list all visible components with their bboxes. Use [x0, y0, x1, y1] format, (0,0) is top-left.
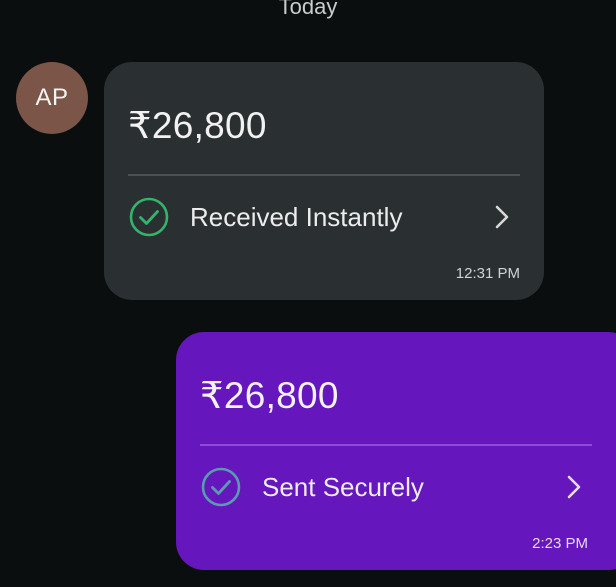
avatar-initials: AP	[35, 84, 69, 111]
chevron-right-icon	[492, 204, 512, 230]
received-status-row[interactable]: Received Instantly	[128, 196, 512, 238]
chat-screen: Today AP ₹26,800 Received Instantly 12:3…	[0, 0, 616, 587]
avatar[interactable]: AP	[16, 62, 88, 134]
bubble-divider	[128, 174, 520, 176]
sent-timestamp: 2:23 PM	[532, 535, 588, 552]
check-circle-icon	[200, 466, 242, 508]
chevron-right-icon	[564, 474, 584, 500]
received-payment-bubble[interactable]: ₹26,800 Received Instantly 12:31 PM	[104, 62, 544, 300]
sent-payment-bubble[interactable]: ₹26,800 Sent Securely 2:23 PM	[176, 332, 616, 570]
received-status-label: Received Instantly	[190, 201, 403, 232]
check-circle-icon	[128, 196, 170, 238]
received-timestamp: 12:31 PM	[455, 265, 520, 282]
sent-amount: ₹26,800	[200, 375, 339, 416]
bubble-divider	[200, 444, 592, 446]
date-divider: Today	[278, 0, 338, 19]
sent-status-label: Sent Securely	[262, 471, 424, 502]
received-amount: ₹26,800	[128, 105, 267, 146]
sent-status-row[interactable]: Sent Securely	[200, 466, 584, 508]
